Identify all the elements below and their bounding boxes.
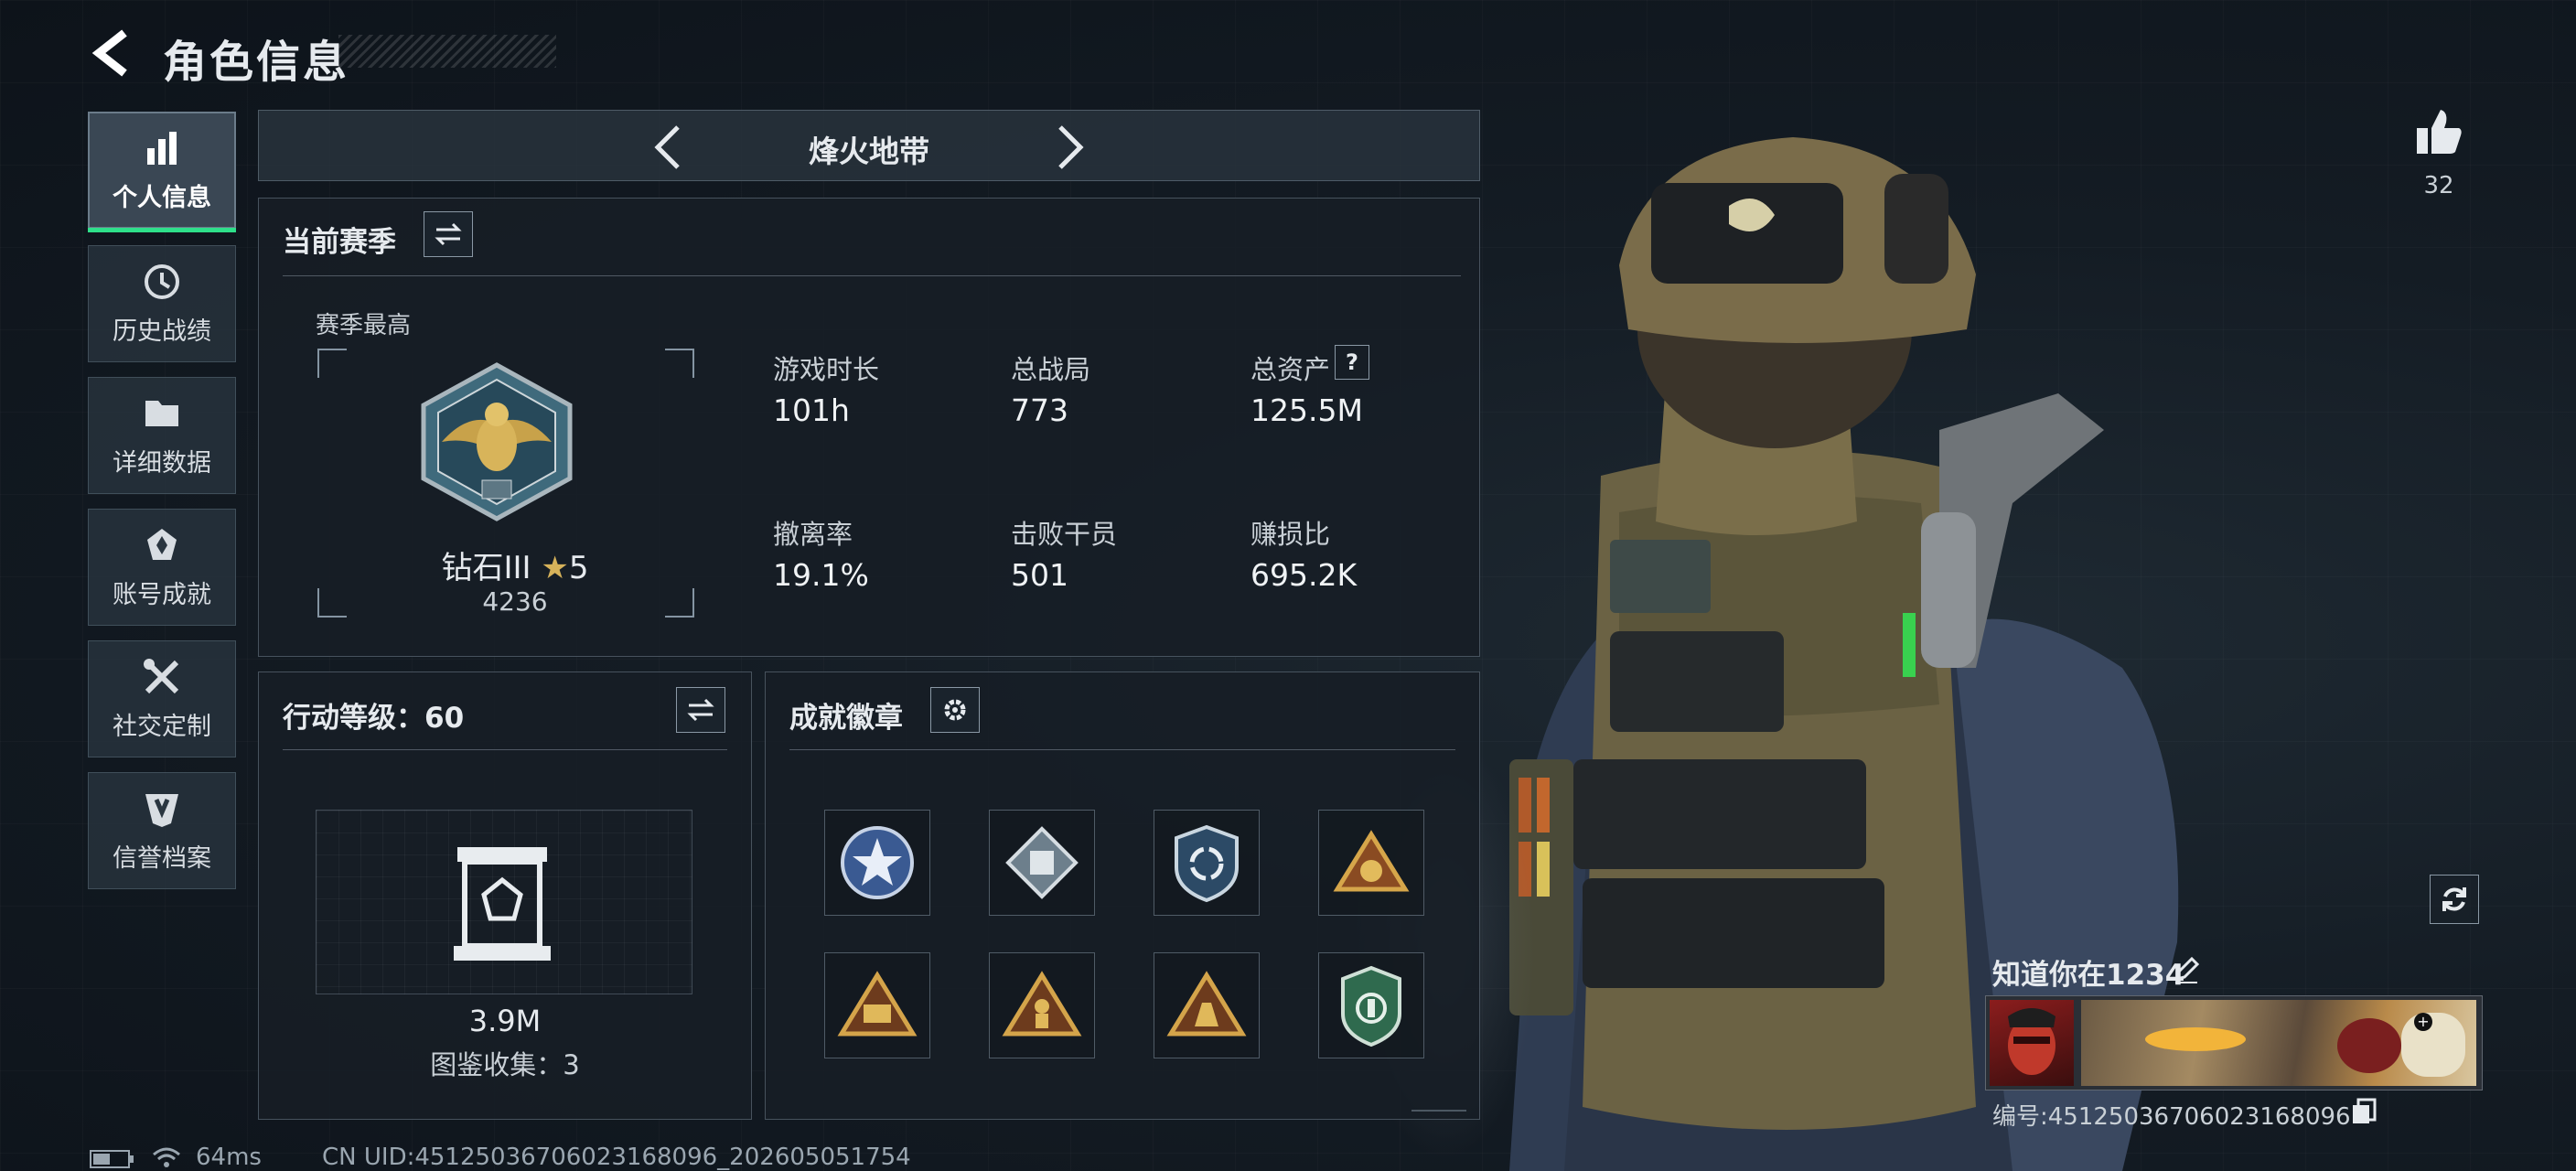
- collection-case-icon: [454, 847, 551, 961]
- achievement-icon: [147, 528, 177, 560]
- triangle-badge-icon: [1333, 830, 1410, 892]
- stat-value-assets: 125.5M: [1250, 392, 1363, 428]
- stat-value-playtime: 101h: [773, 392, 850, 428]
- triangle-badge-icon: [837, 971, 918, 1037]
- rank-emblem: [421, 362, 573, 521]
- mode-selector: 烽火地带: [258, 110, 1480, 181]
- police-star-badge[interactable]: [824, 810, 930, 916]
- warrior-triangle-badge[interactable]: [824, 952, 930, 1058]
- hand-triangle-badge[interactable]: [1154, 952, 1260, 1058]
- diamond-badge[interactable]: [989, 810, 1095, 916]
- achievements-panel: 成就徽章: [765, 671, 1480, 1120]
- avatar: [1990, 1000, 2074, 1086]
- sidebar-item-label: 信誉档案: [113, 843, 211, 873]
- rank-points: 4236: [482, 586, 548, 617]
- shield-badge-icon: [1175, 824, 1239, 903]
- stat-label-assets: 总资产: [1250, 354, 1331, 385]
- credit-shield-icon: [145, 793, 178, 827]
- edit-icon[interactable]: [2172, 955, 2201, 984]
- stat-value-extract-rate: 19.1%: [773, 557, 869, 593]
- chevron-right-icon[interactable]: [1051, 124, 1088, 171]
- green-shield-badge[interactable]: [1318, 952, 1424, 1058]
- diamond-badge-icon: [1005, 826, 1079, 899]
- sidebar-item-label: 个人信息: [113, 183, 211, 212]
- star-icon: ★: [541, 550, 569, 586]
- rotate-model-button[interactable]: [2430, 875, 2479, 924]
- stat-value-matches: 773: [1011, 392, 1068, 428]
- gear-icon: [944, 699, 966, 721]
- folder-icon: [145, 400, 178, 426]
- figure-triangle-badge[interactable]: [989, 952, 1095, 1058]
- season-best-label: 赛季最高: [316, 312, 412, 339]
- bar-chart-icon: [147, 131, 177, 165]
- sidebar-item-achievements[interactable]: 账号成就: [88, 509, 236, 626]
- back-arrow-icon[interactable]: [88, 27, 134, 79]
- plus-icon: +: [2414, 1013, 2432, 1031]
- swap-icon: [435, 222, 462, 246]
- collection-display[interactable]: [316, 810, 692, 994]
- mode-title: 烽火地带: [809, 134, 929, 169]
- stat-label-matches: 总战局: [1011, 354, 1091, 385]
- avatar-face-icon: [2008, 1008, 2055, 1075]
- swap-icon: [687, 698, 714, 722]
- title-decoration: [338, 35, 556, 68]
- action-level-panel: 行动等级：60 3.9M 图鉴收集：3: [258, 671, 752, 1120]
- stat-label-kills: 击败干员: [1011, 519, 1118, 550]
- rank-name-row: 钻石III ★5: [424, 543, 606, 587]
- banner-artwork: +: [2081, 1000, 2476, 1086]
- season-heading: 当前赛季: [283, 226, 396, 259]
- collection-count: 图鉴收集：3: [430, 1049, 580, 1080]
- player-id: 编号:451250367060231680​96: [1992, 1103, 2351, 1131]
- sidebar-item-label: 详细数据: [113, 448, 211, 478]
- assets-help-button[interactable]: ?: [1335, 345, 1369, 380]
- panel-corner-marker: [1411, 1099, 1466, 1112]
- sidebar-item-history[interactable]: 历史战绩: [88, 245, 236, 362]
- stat-value-profit-ratio: 695.2K: [1250, 557, 1358, 593]
- shield-recycle-badge[interactable]: [1154, 810, 1260, 916]
- golden-triangle-badge[interactable]: [1318, 810, 1424, 916]
- sidebar-item-credit[interactable]: 信誉档案: [88, 772, 236, 889]
- sidebar-item-label: 社交定制: [113, 712, 211, 741]
- sidebar-item-social[interactable]: 社交定制: [88, 640, 236, 757]
- profile-banner[interactable]: +: [1985, 995, 2483, 1090]
- uid-text: CN UID:45125036706023168096_202605051754: [322, 1144, 911, 1171]
- page-title: 角色信息: [163, 37, 350, 88]
- sidebar-item-label: 账号成就: [113, 580, 211, 609]
- green-shield-icon: [1341, 965, 1401, 1047]
- stat-label-playtime: 游戏时长: [773, 354, 880, 385]
- ping-value: 64ms: [196, 1144, 262, 1171]
- achievements-heading: 成就徽章: [789, 702, 903, 735]
- season-panel: 当前赛季 赛季最高 钻石III ★5 4236 游戏时长 101h 总战局 77…: [258, 198, 1480, 657]
- achievements-settings-button[interactable]: [930, 687, 980, 733]
- thumbs-up-icon[interactable]: [2413, 106, 2464, 157]
- rank-name: 钻石III: [441, 550, 531, 586]
- stat-label-profit-ratio: 赚损比: [1250, 519, 1331, 550]
- copy-icon[interactable]: [2351, 1098, 2377, 1125]
- sidebar-item-label: 历史战绩: [113, 317, 211, 346]
- sidebar-item-detail-data[interactable]: 详细数据: [88, 377, 236, 494]
- stat-value-kills: 501: [1011, 557, 1068, 593]
- refresh-icon: [2442, 887, 2466, 911]
- triangle-badge-icon: [1166, 971, 1247, 1037]
- action-level-heading: 行动等级：60: [283, 702, 465, 735]
- star-badge-icon: [841, 826, 914, 899]
- battery-icon: [90, 1150, 134, 1168]
- season-switch-button[interactable]: [424, 211, 473, 257]
- sidebar-item-personal-info[interactable]: 个人信息: [88, 112, 236, 232]
- like-count: 32: [2423, 172, 2454, 199]
- rank-stars: 5: [568, 550, 589, 586]
- player-name: 知道你在1234: [1992, 959, 2185, 992]
- triangle-badge-icon: [1002, 971, 1082, 1037]
- action-level-switch-button[interactable]: [676, 687, 725, 733]
- history-icon: [145, 263, 179, 299]
- collection-value: 3.9M: [468, 1004, 542, 1038]
- wifi-icon: [153, 1147, 180, 1167]
- stat-label-extract-rate: 撤离率: [773, 519, 853, 550]
- tools-icon: [144, 658, 179, 693]
